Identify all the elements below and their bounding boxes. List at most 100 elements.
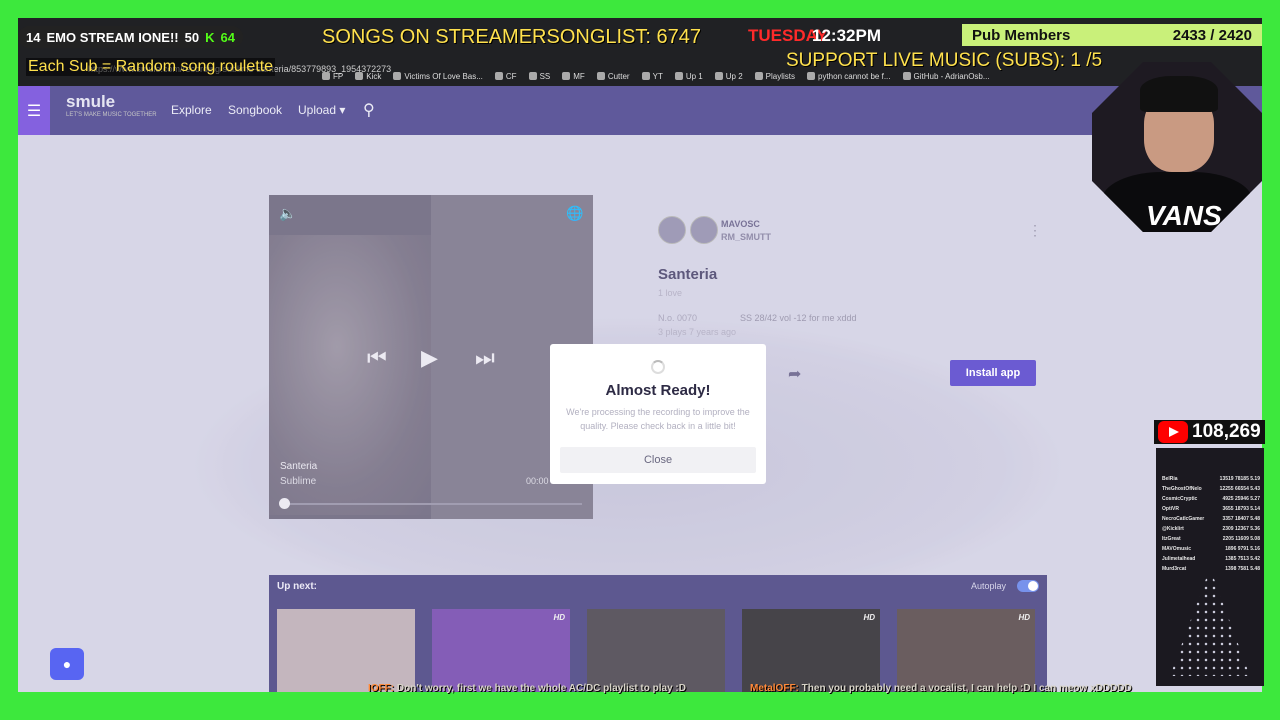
chat-text: Don't worry, first we have the whole AC/… (396, 683, 686, 694)
smule-page: ☰ smule LET'S MAKE MUSIC TOGETHER Explor… (18, 86, 1262, 692)
bookmark-item[interactable]: Cutter (596, 71, 630, 81)
pub-members-label: Pub Members (972, 26, 1071, 44)
bookmark-icon (596, 72, 605, 80)
chat-message: IOFF: Don't worry, first we have the who… (368, 683, 686, 694)
bookmark-label: Victims Of Love Bas... (404, 71, 483, 81)
sub-roulette-text: Each Sub = Random song roulette (26, 58, 276, 76)
bookmark-icon (807, 72, 815, 80)
leaderboard-name: TheGhostOfNelo (1162, 486, 1202, 492)
leaderboard-name: Julimetalhead (1162, 556, 1196, 562)
modal-text: We're processing the recording to improv… (566, 407, 750, 431)
bookmark-label: CF (505, 71, 517, 81)
leaderboard-stats: 3655 18793 5.14 (1222, 506, 1260, 512)
bookmark-icon (674, 72, 683, 80)
youtube-count: 108,269 (1192, 421, 1261, 442)
vans-logo: VANS (1146, 200, 1222, 231)
songs-count-text: SONGS ON STREAMERSONGLIST: 6747 (322, 26, 701, 48)
chat-message: MetalOFF: Then you probably need a vocal… (750, 683, 1132, 694)
bookmark-item[interactable]: python cannot be f... (807, 72, 891, 81)
leaderboard-name: OptiVR (1162, 506, 1179, 512)
stream-counter-bar: 14 EMO STREAM IONE!! 50 K 64 (18, 26, 243, 48)
leaderboard-stats: 2205 11609 5.08 (1222, 536, 1260, 542)
bookmark-label: Playlists (765, 71, 795, 81)
bookmark-icon (754, 72, 763, 80)
bookmark-label: Cutter (607, 71, 630, 81)
leaderboard-stats: 1385 7513 5.42 (1225, 556, 1260, 562)
bookmark-icon (494, 72, 503, 80)
leaderboard-name: Murd3rcat (1162, 566, 1187, 572)
bookmark-item[interactable]: Playlists (754, 71, 795, 81)
bookmark-item[interactable]: SS (528, 71, 551, 81)
leaderboard-stats: 4925 25946 5.27 (1222, 496, 1260, 502)
support-live-music-text: SUPPORT LIVE MUSIC (SUBS): 1 /5 (786, 50, 1103, 71)
leaderboard-name: MAVOmusic (1162, 546, 1192, 552)
leaderboard-stats: 13519 78185 5.19 (1219, 476, 1260, 482)
processing-modal: Almost Ready! We're processing the recor… (550, 344, 766, 484)
bookmark-item[interactable]: MF (562, 72, 585, 81)
leaderboard-row: @Kicklirt 2309 12367 5.36 (1162, 526, 1260, 532)
leaderboard-stats: 12255 66554 5.43 (1219, 486, 1260, 492)
plinko-board (1170, 568, 1250, 676)
chat-user: MetalOFF: (750, 683, 799, 694)
bookmark-item[interactable]: YT (641, 71, 663, 81)
leaderboard-panel: BelRia 13519 78185 5.19 TheGhostOfNelo 1225… (1156, 448, 1264, 686)
counter-left: 14 (26, 29, 41, 45)
leaderboard-row: OptiVR 3655 18793 5.14 (1162, 506, 1260, 512)
bookmark-label: GitHub - AdrianOsb... (913, 71, 990, 81)
discord-icon: ● (50, 648, 84, 680)
bookmark-icon (902, 72, 911, 80)
modal-title: Almost Ready! (605, 382, 711, 399)
leaderboard-row: BelRia 13519 78185 5.19 (1162, 476, 1260, 482)
leaderboard-stats: 1896 9791 5.16 (1225, 546, 1260, 552)
leaderboard-stats: 2309 12367 5.36 (1222, 526, 1260, 532)
counter-right: 50 (184, 29, 200, 45)
bookmark-item[interactable]: GitHub - AdrianOsb... (902, 71, 990, 81)
chat-user: IOFF: (368, 683, 395, 694)
webcam-hat (1140, 76, 1218, 112)
bookmark-item[interactable]: FP (322, 72, 343, 81)
leaderboard-row: NecroCatlcGamer 3357 18407 5.48 (1162, 516, 1260, 522)
bookmark-item[interactable]: Up 1 (674, 71, 703, 81)
bookmark-item[interactable]: Victims Of Love Bas... (393, 72, 483, 81)
bookmark-label: Up 1 (685, 71, 703, 81)
leaderboard-row: Murd3rcat 1398 7581 5.48 (1162, 566, 1260, 572)
leaderboard-name: CosmicCryptic (1162, 496, 1198, 502)
leaderboard-row: Julimetalhead 1385 7513 5.42 (1162, 556, 1260, 562)
bookmark-label: YT (652, 71, 663, 81)
stream-title: EMO STREAM IONE!! (46, 29, 179, 45)
leaderboard-name: ItzGreat (1162, 536, 1181, 542)
loading-spinner-icon (651, 360, 665, 374)
pub-members-count: 2433 / 2420 (1172, 26, 1252, 44)
close-button[interactable]: Close (560, 447, 756, 473)
bookmark-item[interactable]: Up 2 (714, 71, 743, 81)
bookmark-label: SS (539, 71, 551, 81)
leaderboard-stats: 3357 18407 5.48 (1222, 516, 1260, 522)
leaderboard-stats: 1398 7581 5.48 (1225, 566, 1260, 572)
leaderboard-row: TheGhostOfNelo 12255 66554 5.43 (1162, 486, 1260, 492)
bookmark-label: MF (573, 71, 585, 81)
leaderboard-name: BelRia (1162, 476, 1178, 482)
bookmark-icon (641, 72, 650, 80)
leaderboard-row: MAVOmusic 1896 9791 5.16 (1162, 546, 1260, 552)
bookmark-icon (393, 72, 402, 80)
leaderboard-name: @Kicklirt (1162, 526, 1184, 532)
leaderboard-row: CosmicCryptic 4925 25946 5.27 (1162, 496, 1260, 502)
kick-count: 64 (220, 29, 235, 45)
bookmark-label: Kick (366, 71, 382, 81)
bookmark-icon (562, 72, 571, 80)
chat-text: Then you probably need a vocalist, I can… (801, 683, 1132, 694)
bookmark-icon (355, 72, 364, 80)
leaderboard-name: NecroCatlcGamer (1162, 516, 1205, 522)
pub-members-bar: Pub Members 2433 / 2420 (962, 24, 1262, 46)
kick-icon: K (205, 29, 215, 45)
bookmark-label: python cannot be f... (818, 71, 891, 81)
youtube-icon (1158, 421, 1188, 443)
leaderboard-row: ItzGreat 2205 11609 5.08 (1162, 536, 1260, 542)
time-text: 12:32PM (812, 26, 881, 45)
bookmark-item[interactable]: Kick (355, 72, 381, 81)
bookmark-item[interactable]: CF (494, 71, 517, 81)
bookmark-label: Up 2 (725, 71, 743, 81)
bookmark-icon (528, 72, 537, 80)
bookmark-icon (322, 72, 330, 80)
bookmark-label: FP (333, 71, 344, 81)
